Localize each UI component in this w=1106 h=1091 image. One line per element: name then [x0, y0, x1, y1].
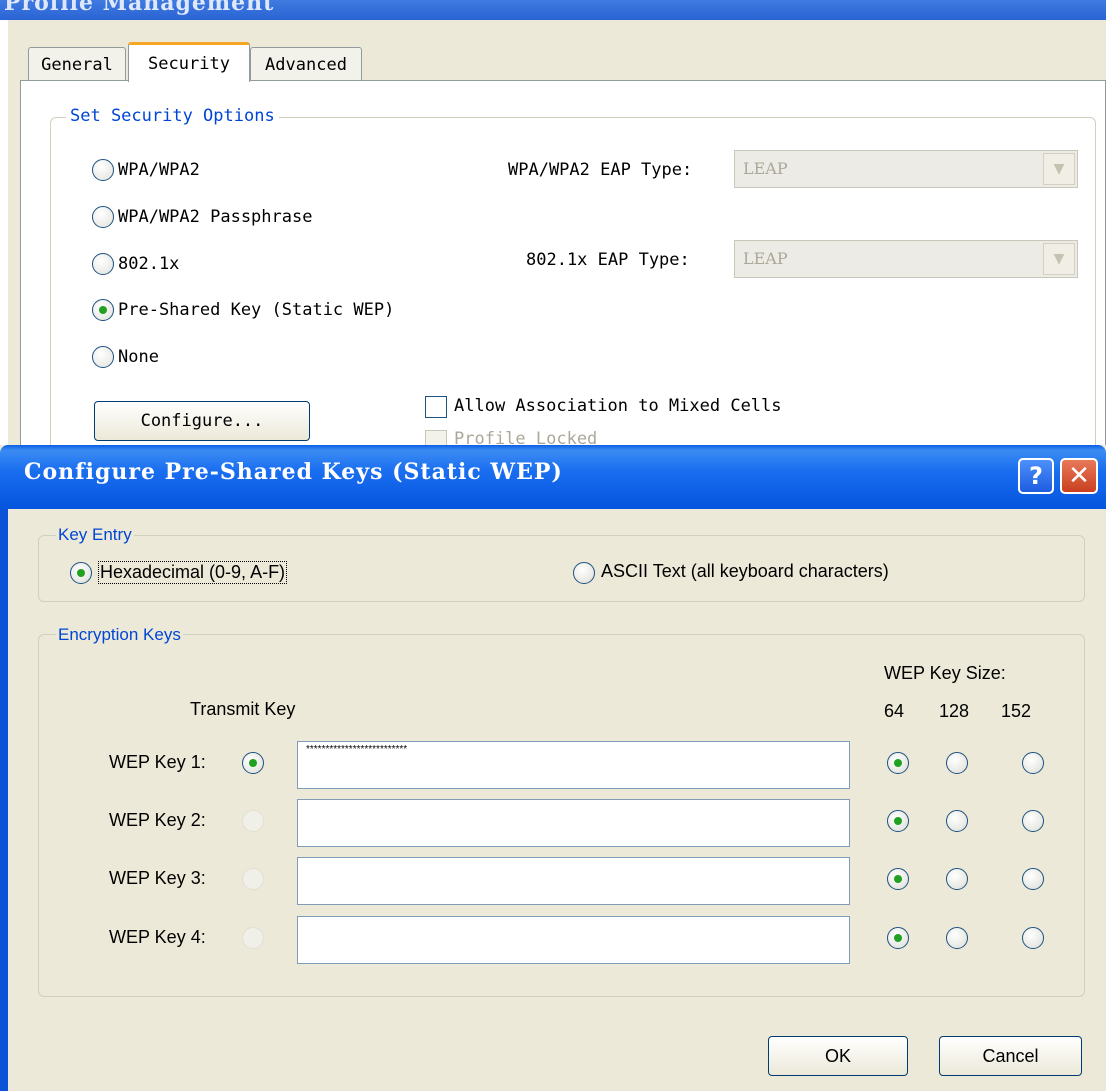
wep-key-4-size-152-radio[interactable]	[1022, 927, 1044, 949]
encryption-keys-group-label: Encryption Keys	[56, 625, 183, 645]
wep-key-2-size-64-radio[interactable]	[887, 810, 909, 832]
background-window-title: Profile Management	[4, 0, 275, 16]
wpa-eap-type-select: LEAP ▼	[734, 150, 1078, 188]
help-button[interactable]: ?	[1018, 458, 1054, 494]
help-icon: ?	[1029, 462, 1043, 490]
dialog-title: Configure Pre-Shared Keys (Static WEP)	[24, 459, 563, 485]
wpa-eap-type-label: WPA/WPA2 EAP Type:	[508, 160, 693, 180]
configure-button[interactable]: Configure...	[94, 401, 310, 441]
wep-key-4-size-128-radio[interactable]	[946, 927, 968, 949]
wep-key-2-size-128-radio[interactable]	[946, 810, 968, 832]
dot1x-eap-type-label: 802.1x EAP Type:	[526, 250, 690, 270]
wep-key-3-input[interactable]	[297, 857, 850, 905]
wep-key-2-label: WEP Key 2:	[109, 810, 206, 830]
wep-key-4-input[interactable]	[297, 916, 850, 964]
radio-wpa[interactable]	[92, 159, 114, 181]
chevron-down-icon: ▼	[1043, 243, 1075, 275]
close-icon: ✕	[1068, 461, 1090, 491]
key-size-64-header: 64	[884, 701, 905, 721]
ascii-label[interactable]: ASCII Text (all keyboard characters)	[601, 561, 889, 582]
close-button[interactable]: ✕	[1060, 458, 1098, 494]
dialog-left-border	[0, 509, 8, 1091]
wep-key-4-transmit-radio	[242, 927, 264, 949]
mixed-cells-label: Allow Association to Mixed Cells	[454, 396, 782, 416]
option-none[interactable]: None	[92, 346, 159, 368]
radio-8021x[interactable]	[92, 253, 114, 275]
radio-none[interactable]	[92, 346, 114, 368]
hex-label[interactable]: Hexadecimal (0-9, A-F)	[98, 561, 288, 584]
dot1x-eap-type-select: LEAP ▼	[734, 240, 1078, 278]
option-8021x[interactable]: 802.1x	[92, 253, 179, 275]
hex-radio[interactable]	[70, 562, 92, 584]
wep-key-4-size-64-radio[interactable]	[887, 927, 909, 949]
wep-key-1-label: WEP Key 1:	[109, 752, 206, 772]
option-pre-shared-key[interactable]: Pre-Shared Key (Static WEP)	[92, 299, 394, 321]
option-pre-shared-key-label: Pre-Shared Key (Static WEP)	[118, 300, 395, 320]
tab-general[interactable]: General	[28, 47, 126, 81]
radio-wpa-passphrase[interactable]	[92, 206, 114, 228]
security-options-group-label: Set Security Options	[66, 106, 279, 126]
key-size-128-header: 128	[939, 701, 970, 721]
wep-key-size-header: WEP Key Size:	[884, 663, 1006, 683]
wep-key-3-size-64-radio[interactable]	[887, 868, 909, 890]
wep-key-2-input[interactable]	[297, 799, 850, 847]
tab-advanced[interactable]: Advanced	[250, 47, 362, 81]
key-entry-group-label: Key Entry	[56, 525, 134, 545]
wpa-eap-type-value: LEAP	[743, 159, 788, 178]
background-window-titlebar: Profile Management	[0, 0, 1106, 20]
radio-pre-shared-key[interactable]	[92, 299, 114, 321]
wep-key-1-size-64-radio[interactable]	[887, 752, 909, 774]
configure-pre-shared-keys-dialog: Configure Pre-Shared Keys (Static WEP) ?…	[0, 445, 1106, 1091]
ok-button[interactable]: OK	[768, 1036, 908, 1076]
dot1x-eap-type-value: LEAP	[743, 249, 788, 268]
option-wpa-label: WPA/WPA2	[118, 160, 200, 180]
key-size-152-header: 152	[1001, 701, 1032, 721]
option-none-label: None	[118, 347, 159, 367]
cancel-button[interactable]: Cancel	[939, 1036, 1082, 1076]
option-wpa-passphrase[interactable]: WPA/WPA2 Passphrase	[92, 206, 312, 228]
wep-key-2-size-152-radio[interactable]	[1022, 810, 1044, 832]
option-8021x-label: 802.1x	[118, 254, 180, 274]
tab-security[interactable]: Security	[128, 42, 250, 82]
wep-key-3-transmit-radio	[242, 868, 264, 890]
ascii-radio[interactable]	[573, 562, 595, 584]
wep-key-1-size-152-radio[interactable]	[1022, 752, 1044, 774]
wep-key-1-transmit-radio[interactable]	[242, 752, 264, 774]
option-wpa-passphrase-label: WPA/WPA2 Passphrase	[118, 207, 313, 227]
wep-key-2-transmit-radio	[242, 810, 264, 832]
transmit-key-header: Transmit Key	[190, 699, 296, 719]
chevron-down-icon: ▼	[1043, 153, 1075, 185]
dialog-titlebar[interactable]: Configure Pre-Shared Keys (Static WEP) ?…	[0, 445, 1106, 509]
wep-key-3-size-128-radio[interactable]	[946, 868, 968, 890]
wep-key-1-input[interactable]: **************************	[297, 741, 850, 789]
wep-key-3-label: WEP Key 3:	[109, 868, 206, 888]
option-wpa[interactable]: WPA/WPA2	[92, 159, 200, 181]
wep-key-3-size-152-radio[interactable]	[1022, 868, 1044, 890]
wep-key-4-label: WEP Key 4:	[109, 927, 206, 947]
wep-key-1-size-128-radio[interactable]	[946, 752, 968, 774]
mixed-cells-checkbox[interactable]	[425, 396, 447, 418]
